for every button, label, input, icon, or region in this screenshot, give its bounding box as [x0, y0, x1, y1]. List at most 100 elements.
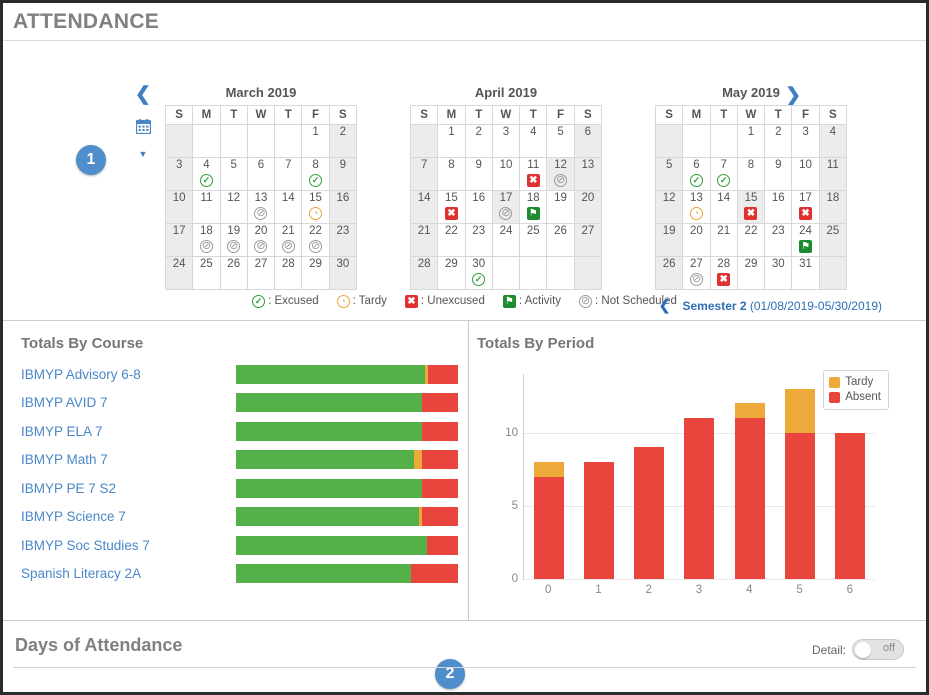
calendar-day-cell[interactable]: 1 [301, 124, 330, 158]
calendar-day-cell[interactable]: 4 ✓ [192, 157, 221, 191]
chevron-down-icon[interactable]: ▼ [128, 150, 158, 159]
calendar-day-cell[interactable]: 26 [654, 256, 684, 290]
calendar-day-cell[interactable]: 29 [736, 256, 766, 290]
calendar-day-cell[interactable]: 8 ✓ [301, 157, 330, 191]
calendar-day-cell[interactable]: 5 [654, 157, 684, 191]
calendar-day-cell[interactable]: 20 [682, 223, 711, 257]
calendar-day-cell[interactable]: 4 [519, 124, 548, 158]
previous-months-button[interactable]: ❮ [128, 85, 158, 104]
calendar-day-cell[interactable]: 20 [573, 190, 603, 224]
chart-bar-column[interactable] [734, 374, 765, 579]
calendar-day-cell[interactable]: 26 [546, 223, 575, 257]
calendar-day-cell[interactable]: 10 [164, 190, 194, 224]
calendar-day-cell[interactable]: 5 [219, 157, 248, 191]
calendar-day-cell[interactable]: 18 ⊘ [192, 223, 221, 257]
detail-toggle-switch[interactable]: off [852, 639, 904, 660]
course-name-link[interactable]: IBMYP Science 7 [21, 509, 236, 524]
chart-bar-column[interactable] [634, 374, 665, 579]
calendar-day-cell[interactable]: 17 ⊘ [491, 190, 521, 224]
calendar-day-cell[interactable]: 1 [437, 124, 466, 158]
calendar-day-cell[interactable]: 26 [219, 256, 248, 290]
calendar-day-cell[interactable]: 30 [764, 256, 793, 290]
course-name-link[interactable]: IBMYP ELA 7 [21, 424, 236, 439]
calendar-day-cell[interactable]: 18 [818, 190, 848, 224]
calendar-day-cell[interactable]: 24 [164, 256, 194, 290]
calendar-day-cell[interactable]: 10 [791, 157, 820, 191]
calendar-day-cell[interactable]: 4 [818, 124, 848, 158]
calendar-day-cell[interactable]: 5 [546, 124, 575, 158]
calendar-day-cell[interactable]: 18 ⚑ [519, 190, 548, 224]
calendar-day-cell[interactable]: 27 [246, 256, 276, 290]
course-name-link[interactable]: IBMYP PE 7 S2 [21, 481, 236, 496]
calendar-day-cell[interactable]: 2 [464, 124, 493, 158]
course-name-link[interactable]: IBMYP Soc Studies 7 [21, 538, 236, 553]
semester-label[interactable]: Semester 2 (01/08/2019-05/30/2019) [683, 299, 883, 313]
calendar-day-cell[interactable]: 21 [409, 223, 439, 257]
calendar-day-cell[interactable]: 22 [437, 223, 466, 257]
calendar-day-cell[interactable]: 27 ⊘ [682, 256, 711, 290]
calendar-day-cell[interactable]: 30 ✓ [464, 256, 493, 290]
calendar-day-cell[interactable]: 23 [328, 223, 358, 257]
calendar-day-cell[interactable]: 20 ⊘ [246, 223, 276, 257]
calendar-day-cell[interactable]: 11 ✖ [519, 157, 548, 191]
calendar-day-cell[interactable]: 28 [409, 256, 439, 290]
calendar-day-cell[interactable]: 19 [654, 223, 684, 257]
chart-bar-column[interactable] [534, 374, 565, 579]
calendar-day-cell[interactable]: 12 ⊘ [546, 157, 575, 191]
calendar-day-cell[interactable]: 15 ✖ [736, 190, 766, 224]
calendar-day-cell[interactable]: 6 [246, 157, 276, 191]
course-name-link[interactable]: IBMYP AVID 7 [21, 395, 236, 410]
calendar-day-cell[interactable]: 3 [791, 124, 820, 158]
calendar-day-cell[interactable]: 14 [274, 190, 303, 224]
calendar-day-cell[interactable]: 19 ⊘ [219, 223, 248, 257]
calendar-day-cell[interactable]: 1 [736, 124, 766, 158]
calendar-icon[interactable] [128, 119, 158, 139]
calendar-day-cell[interactable]: 16 [328, 190, 358, 224]
calendar-day-cell[interactable]: 13 [573, 157, 603, 191]
course-name-link[interactable]: Spanish Literacy 2A [21, 566, 236, 581]
previous-semester-button[interactable]: ❮ [659, 297, 671, 314]
calendar-day-cell[interactable]: 13 ⊘ [246, 190, 276, 224]
chart-bar-column[interactable] [684, 374, 715, 579]
calendar-day-cell[interactable]: 7 ✓ [709, 157, 738, 191]
calendar-day-cell[interactable]: 25 [818, 223, 848, 257]
calendar-day-cell[interactable]: 7 [409, 157, 439, 191]
calendar-day-cell[interactable]: 14 [709, 190, 738, 224]
calendar-day-cell[interactable]: 9 [764, 157, 793, 191]
chart-bar-column[interactable] [584, 374, 615, 579]
calendar-day-cell[interactable]: 22 ⊘ [301, 223, 330, 257]
course-name-link[interactable]: IBMYP Math 7 [21, 452, 236, 467]
calendar-day-cell[interactable]: 2 [328, 124, 358, 158]
calendar-day-cell[interactable]: 29 [437, 256, 466, 290]
chart-bar-column[interactable] [784, 374, 815, 579]
calendar-day-cell[interactable]: 22 [736, 223, 766, 257]
calendar-day-cell[interactable]: 6 ✓ [682, 157, 711, 191]
calendar-day-cell[interactable]: 13 ◔ [682, 190, 711, 224]
calendar-day-cell[interactable]: 25 [192, 256, 221, 290]
calendar-day-cell[interactable]: 2 [764, 124, 793, 158]
calendar-day-cell[interactable]: 30 [328, 256, 358, 290]
calendar-day-cell[interactable]: 9 [328, 157, 358, 191]
calendar-day-cell[interactable]: 17 ✖ [791, 190, 820, 224]
calendar-day-cell[interactable]: 27 [573, 223, 603, 257]
calendar-day-cell[interactable]: 17 [164, 223, 194, 257]
calendar-day-cell[interactable]: 15 ◔ [301, 190, 330, 224]
calendar-day-cell[interactable]: 6 [573, 124, 603, 158]
calendar-day-cell[interactable]: 12 [219, 190, 248, 224]
calendar-day-cell[interactable]: 16 [764, 190, 793, 224]
calendar-day-cell[interactable]: 25 [519, 223, 548, 257]
calendar-day-cell[interactable]: 16 [464, 190, 493, 224]
calendar-day-cell[interactable]: 12 [654, 190, 684, 224]
calendar-day-cell[interactable]: 14 [409, 190, 439, 224]
calendar-day-cell[interactable]: 9 [464, 157, 493, 191]
calendar-day-cell[interactable]: 24 [491, 223, 521, 257]
calendar-day-cell[interactable]: 24 ⚑ [791, 223, 820, 257]
calendar-day-cell[interactable]: 28 [274, 256, 303, 290]
calendar-day-cell[interactable]: 3 [164, 157, 194, 191]
calendar-day-cell[interactable]: 15 ✖ [437, 190, 466, 224]
calendar-day-cell[interactable]: 23 [464, 223, 493, 257]
calendar-day-cell[interactable]: 21 [709, 223, 738, 257]
course-name-link[interactable]: IBMYP Advisory 6-8 [21, 367, 236, 382]
calendar-day-cell[interactable]: 11 [192, 190, 221, 224]
calendar-day-cell[interactable]: 10 [491, 157, 521, 191]
